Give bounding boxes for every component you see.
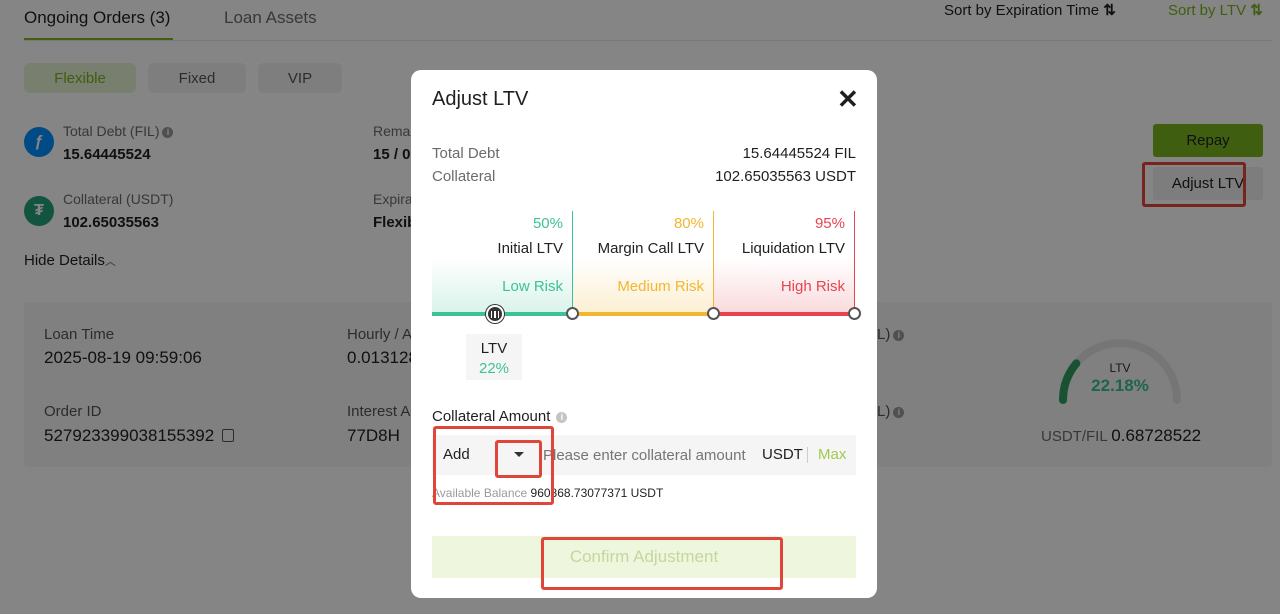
- collateral-amount-input[interactable]: [543, 443, 753, 467]
- medium-risk-track: [573, 312, 714, 316]
- max-button[interactable]: Max: [818, 446, 846, 463]
- modal-title: Adjust LTV: [432, 88, 529, 110]
- confirm-highlight: [541, 537, 783, 590]
- low-risk-label: Low Risk: [502, 278, 563, 295]
- liquidation-pct: 95%: [814, 215, 845, 232]
- info-icon[interactable]: i: [556, 412, 568, 423]
- initial-ltv-name: Initial LTV: [497, 240, 563, 257]
- current-ltv-tooltip: LTV 22%: [466, 334, 522, 380]
- adjust-ltv-modal: Adjust LTV ✕ Total Debt 15.64445524 FIL …: [411, 70, 877, 598]
- margin-call-pct: 80%: [673, 215, 704, 232]
- current-ltv-label: LTV: [480, 340, 508, 357]
- modal-collateral-label: Collateral: [432, 168, 496, 185]
- dropdown-highlight: [495, 440, 542, 478]
- margin-call-marker: [707, 307, 720, 320]
- initial-ltv-pct: 50%: [532, 215, 563, 232]
- medium-risk-label: Medium Risk: [617, 278, 704, 295]
- current-ltv-slider-handle[interactable]: [486, 305, 504, 323]
- close-icon[interactable]: ✕: [837, 86, 859, 112]
- margin-call-name: Margin Call LTV: [597, 240, 704, 257]
- modal-total-debt-label: Total Debt: [432, 145, 500, 162]
- high-risk-label: High Risk: [780, 278, 845, 295]
- unit-label: USDT: [762, 446, 803, 463]
- modal-collateral-value: 102.65035563 USDT: [715, 168, 856, 185]
- unit-divider: [807, 447, 808, 463]
- liquidation-divider: [854, 211, 855, 314]
- liquidation-marker: [848, 307, 861, 320]
- modal-total-debt-value: 15.64445524 FIL: [742, 145, 856, 162]
- collateral-amount-label: Collateral Amount: [432, 408, 551, 425]
- collateral-amount-label-row: Collateral Amount i: [432, 408, 568, 425]
- high-risk-track: [714, 312, 855, 316]
- liquidation-name: Liquidation LTV: [741, 240, 845, 257]
- current-ltv-value: 22%: [478, 360, 510, 377]
- initial-ltv-marker: [566, 307, 579, 320]
